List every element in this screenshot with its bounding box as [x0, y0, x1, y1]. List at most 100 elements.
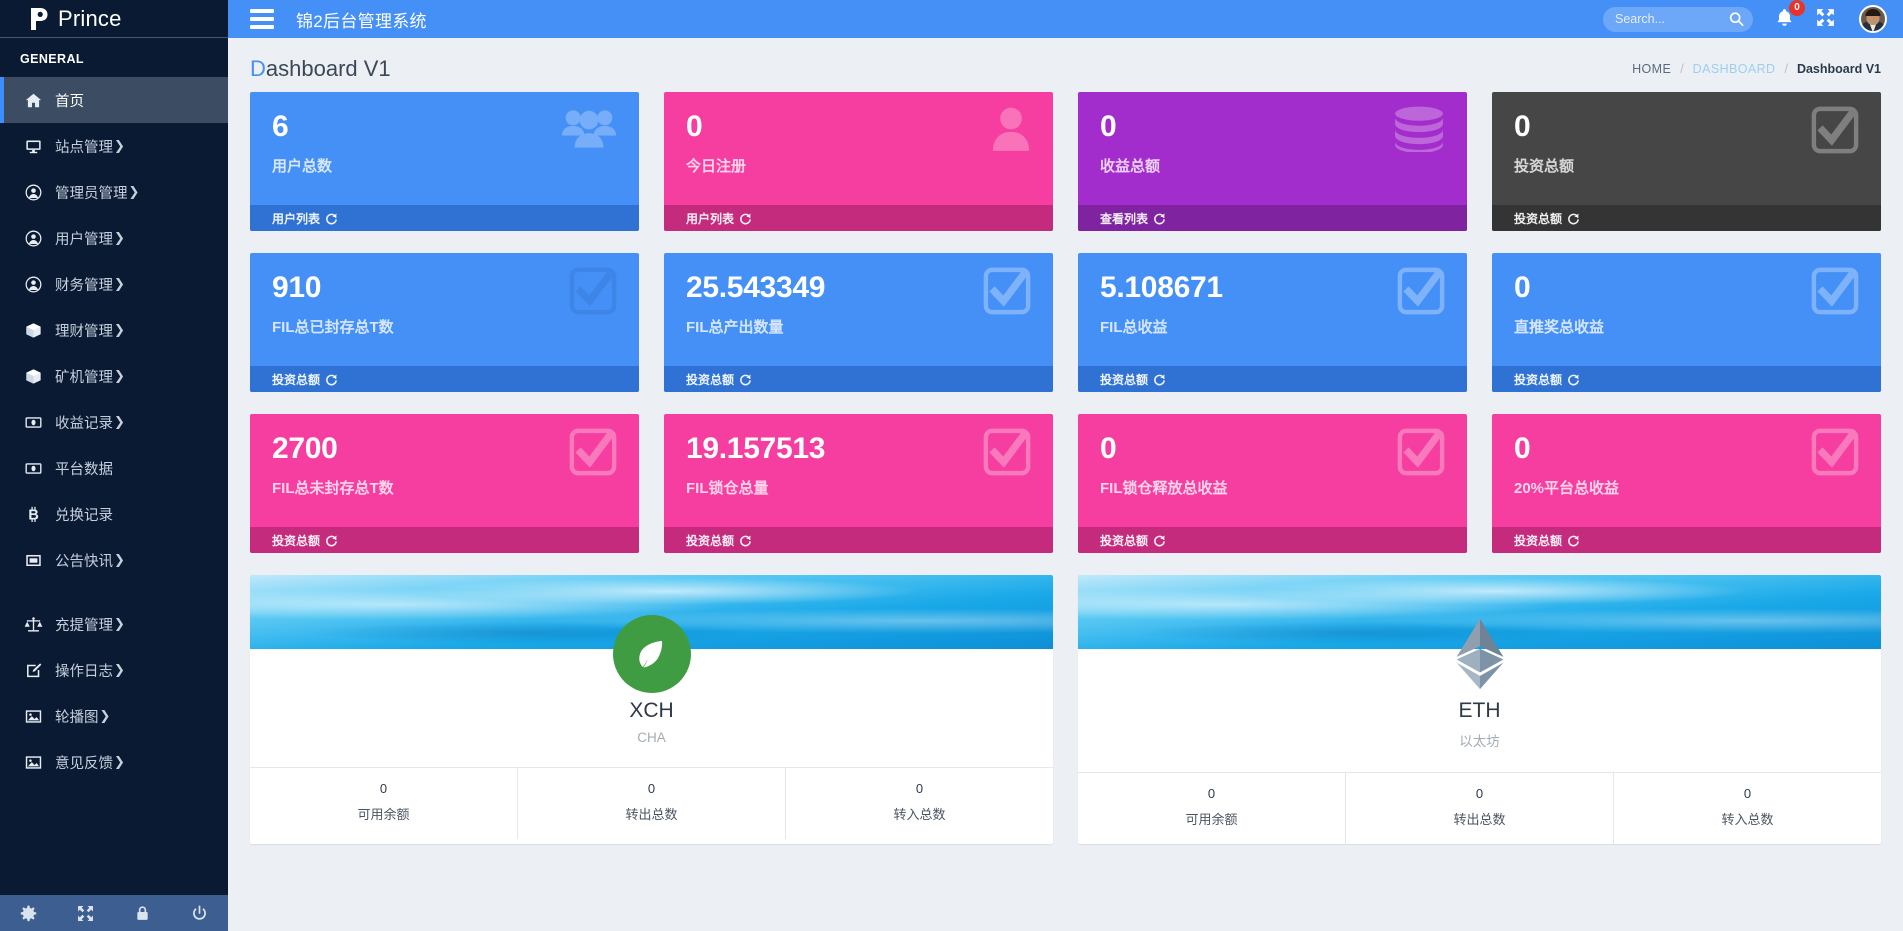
coin-card[interactable]: ETH 以太坊 0 可用余额 0 转出总数 0 转入总数: [1078, 575, 1881, 844]
coin-stat-label: 转出总数: [625, 807, 678, 822]
brand-logo[interactable]: Prince: [0, 0, 228, 38]
sidebar-item-exchange-records[interactable]: B 兑换记录: [0, 491, 228, 537]
image-icon: [20, 708, 46, 725]
search-input[interactable]: [1615, 12, 1725, 26]
sidebar-item-label: 用户管理: [55, 231, 113, 248]
stat-card[interactable]: 0 投资总额 投资总额: [1492, 92, 1881, 231]
stat-card[interactable]: 910 FIL总已封存总T数 投资总额: [250, 253, 639, 392]
stat-footer-label: 投资总额: [1514, 211, 1563, 226]
stat-card-body: 5.108671 FIL总收益: [1078, 253, 1467, 366]
stat-card-footer-link[interactable]: 用户列表: [664, 205, 1053, 231]
stat-card[interactable]: 0 收益总额 查看列表: [1078, 92, 1467, 231]
coin-stat-value: 0: [1207, 786, 1216, 801]
sidebar-item-label: 轮播图: [55, 709, 99, 726]
stat-card-footer-link[interactable]: 用户列表: [250, 205, 639, 231]
sidebar-item-user-manage[interactable]: 用户管理 ❯: [0, 215, 228, 261]
sidebar-footer: [0, 895, 228, 931]
stat-card[interactable]: 2700 FIL总未封存总T数 投资总额: [250, 414, 639, 553]
sidebar-item-label: 意见反馈: [55, 755, 113, 772]
bitcoin-icon: B: [20, 506, 46, 523]
stat-card[interactable]: 0 直推奖总收益 投资总额: [1492, 253, 1881, 392]
stat-card[interactable]: 0 今日注册 用户列表: [664, 92, 1053, 231]
sidebar-item-admin-manage[interactable]: 管理员管理 ❯: [0, 169, 228, 215]
chevron-right-icon: ❯: [114, 662, 125, 677]
chevron-right-icon: ❯: [114, 276, 125, 291]
breadcrumb-home[interactable]: HOME: [1632, 62, 1671, 76]
fullscreen-button[interactable]: [57, 895, 114, 931]
sidebar-item-operation-log[interactable]: 操作日志 ❯: [0, 647, 228, 693]
stat-footer-label: 投资总额: [1514, 372, 1563, 387]
fullscreen-toggle[interactable]: [1816, 8, 1835, 30]
stat-card[interactable]: 0 20%平台总收益 投资总额: [1492, 414, 1881, 553]
sidebar-item-platform-data[interactable]: 平台数据: [0, 445, 228, 491]
stat-card[interactable]: 6 用户总数 用户列表: [250, 92, 639, 231]
stat-card-footer-link[interactable]: 投资总额: [1492, 366, 1881, 392]
sidebar-item-finance-manage[interactable]: 财务管理 ❯: [0, 261, 228, 307]
stat-card-footer-link[interactable]: 投资总额: [250, 366, 639, 392]
check-square-icon: [1397, 267, 1445, 315]
chia-leaf-icon: [612, 615, 691, 693]
sidebar-item-carousel[interactable]: 轮播图 ❯: [0, 693, 228, 739]
p-logo-icon: [26, 6, 52, 32]
coin-stat-label: 可用余额: [1185, 812, 1238, 827]
lock-button[interactable]: [114, 895, 171, 931]
chevron-right-icon: ❯: [128, 184, 140, 199]
stat-card[interactable]: 0 FIL锁仓释放总收益 投资总额: [1078, 414, 1467, 553]
coin-stat-value: 0: [915, 781, 924, 796]
stat-card[interactable]: 5.108671 FIL总收益 投资总额: [1078, 253, 1467, 392]
edit-square-icon: [20, 662, 46, 679]
stat-card-footer-link[interactable]: 投资总额: [664, 366, 1053, 392]
breadcrumb-current: Dashboard V1: [1796, 62, 1881, 76]
stat-card-body: 0 20%平台总收益: [1492, 414, 1881, 527]
sidebar-item-income-records[interactable]: 收益记录 ❯: [0, 399, 228, 445]
stat-card-footer-link[interactable]: 投资总额: [1078, 527, 1467, 553]
check-square-icon: [1397, 428, 1445, 476]
refresh-icon: [739, 534, 752, 547]
stat-card-footer-link[interactable]: 投资总额: [1492, 527, 1881, 553]
search-box[interactable]: [1603, 6, 1753, 32]
breadcrumb-dashboard[interactable]: DASHBOARD: [1693, 62, 1776, 76]
stat-card-footer-link[interactable]: 投资总额: [664, 527, 1053, 553]
sidebar-item-wealth-manage[interactable]: 理财管理 ❯: [0, 307, 228, 353]
stat-card[interactable]: 19.157513 FIL锁仓总量 投资总额: [664, 414, 1053, 553]
settings-button[interactable]: [0, 895, 57, 931]
notifications-button[interactable]: 0: [1775, 0, 1805, 31]
app-root: Prince GENERAL 首页 站点管理 ❯ 管理员管理 ❯ 用户管理 ❯ …: [0, 0, 1903, 931]
page-title-initial: D: [250, 56, 266, 81]
stat-label: 今日注册: [686, 158, 747, 175]
chevron-right-icon: ❯: [114, 368, 125, 383]
stat-card-body: 0 投资总额: [1492, 92, 1881, 205]
stat-footer-label: 用户列表: [272, 211, 321, 226]
home-icon: [20, 92, 46, 109]
breadcrumb-separator: /: [1680, 62, 1684, 76]
sidebar-item-feedback[interactable]: 意见反馈 ❯: [0, 739, 228, 785]
image-icon: [20, 754, 46, 771]
chevron-right-icon: ❯: [114, 414, 125, 429]
stat-card-footer-link[interactable]: 投资总额: [1492, 205, 1881, 231]
stat-card-footer-link[interactable]: 查看列表: [1078, 205, 1467, 231]
hamburger-icon[interactable]: [242, 9, 282, 29]
sidebar-item-site-manage[interactable]: 站点管理 ❯: [0, 123, 228, 169]
refresh-icon: [1153, 212, 1166, 225]
stat-card-footer-link[interactable]: 投资总额: [250, 527, 639, 553]
coin-symbol: XCH: [629, 699, 674, 722]
search-icon[interactable]: [1729, 12, 1744, 27]
coin-card[interactable]: XCH CHA 0 可用余额 0 转出总数 0 转入总数: [250, 575, 1053, 844]
sidebar-item-miner-manage[interactable]: 矿机管理 ❯: [0, 353, 228, 399]
box-icon: [20, 368, 46, 385]
sidebar-item-announcements[interactable]: 公告快讯 ❯: [0, 537, 228, 583]
box-icon: [20, 322, 46, 339]
coin-stat-value: 0: [647, 781, 656, 796]
sidebar-item-home[interactable]: 首页: [0, 77, 228, 123]
check-square-icon: [569, 267, 617, 315]
stat-footer-label: 投资总额: [272, 533, 321, 548]
check-square-icon: [1811, 267, 1859, 315]
logout-button[interactable]: [171, 895, 228, 931]
stat-card-footer-link[interactable]: 投资总额: [1078, 366, 1467, 392]
avatar[interactable]: [1859, 5, 1887, 33]
chevron-right-icon: ❯: [114, 754, 125, 769]
refresh-icon: [1153, 534, 1166, 547]
coin-fullname: 以太坊: [1459, 734, 1500, 749]
sidebar-item-deposit-withdraw[interactable]: 充提管理 ❯: [0, 601, 228, 647]
stat-card[interactable]: 25.543349 FIL总产出数量 投资总额: [664, 253, 1053, 392]
